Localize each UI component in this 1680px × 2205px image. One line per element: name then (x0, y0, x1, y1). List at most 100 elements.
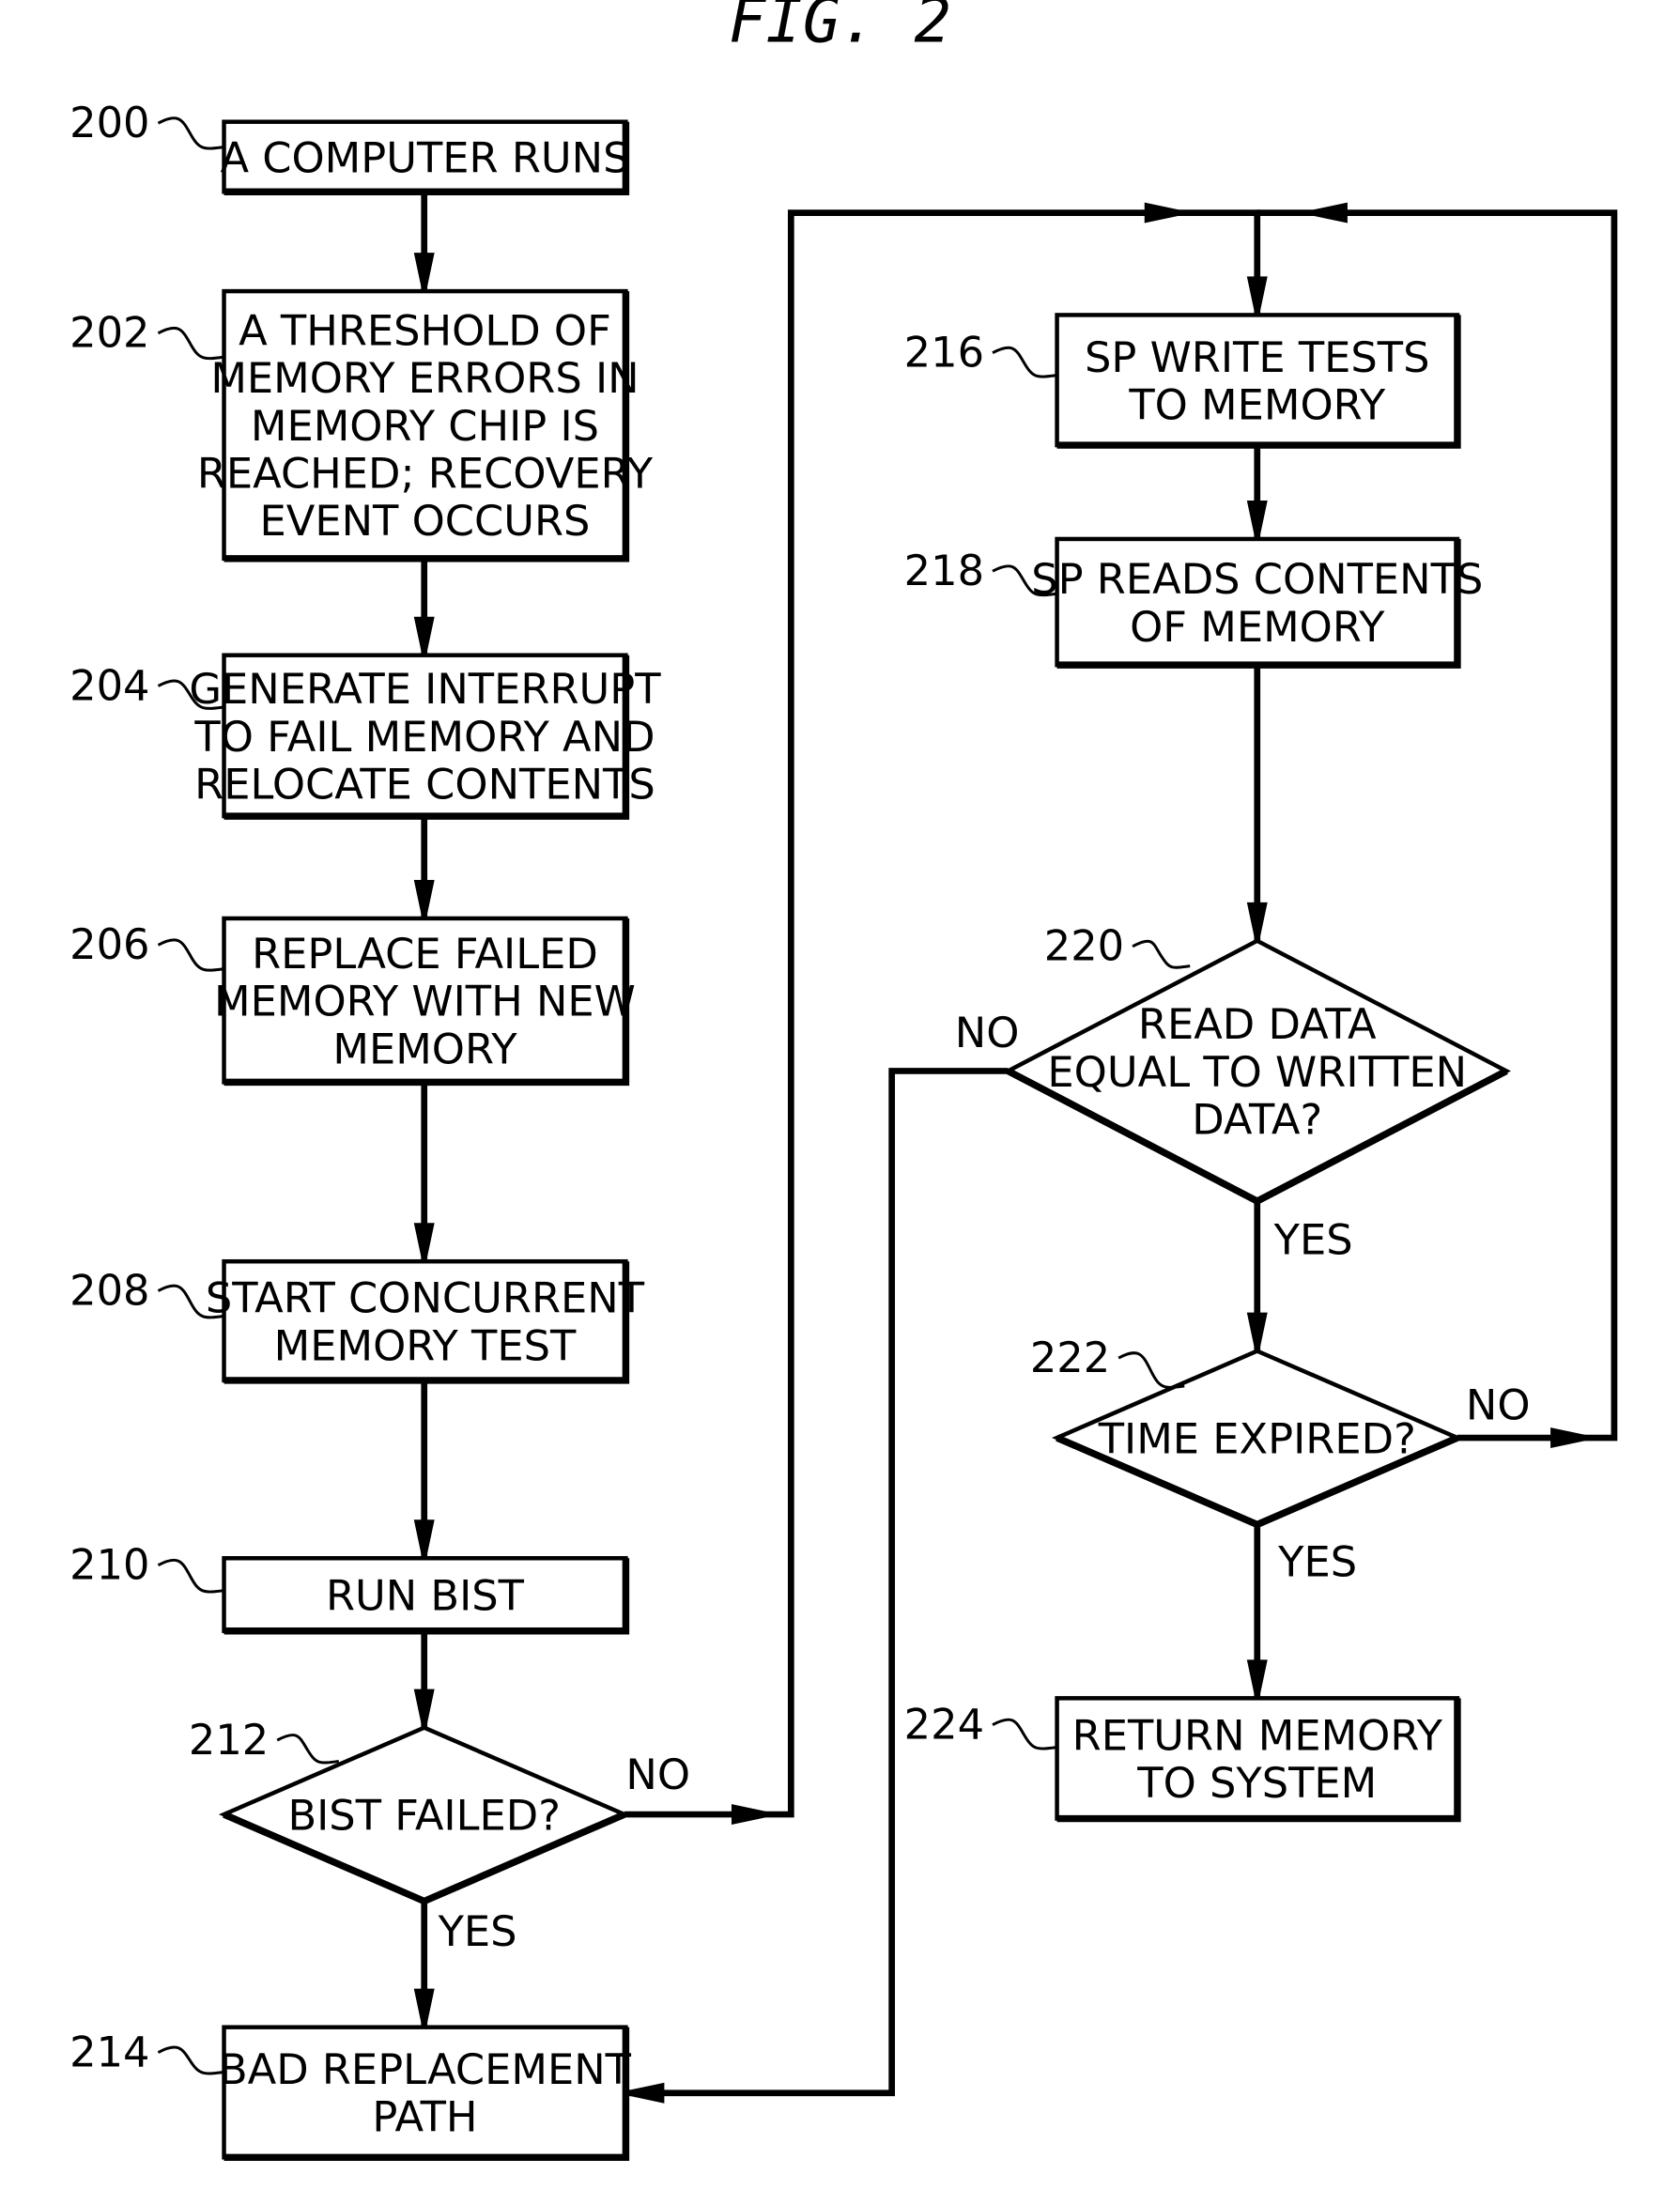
reference-numeral: 222 (1030, 1333, 1110, 1382)
edge-204-to-206 (413, 816, 435, 919)
process-node-204: GENERATE INTERRUPTTO FAIL MEMORY ANDRELO… (69, 653, 661, 820)
reference-numeral: 202 (69, 308, 149, 358)
edge-label-no: NO (625, 1750, 690, 1799)
arrowhead (413, 1519, 435, 1559)
arrowhead (1550, 1427, 1590, 1449)
arrowhead (624, 2082, 665, 2104)
decision-node-222: TIME EXPIRED? 222 (1030, 1333, 1463, 1529)
reference-numeral: 224 (904, 1700, 984, 1750)
reference-numeral: 216 (904, 328, 984, 378)
process-node-218: SP READS CONTENTSOF MEMORY 218 (904, 536, 1483, 669)
reference-numeral: 208 (69, 1265, 149, 1315)
edge-220-to-214 (624, 1068, 1009, 2104)
process-node-206: REPLACE FAILEDMEMORY WITH NEWMEMORY 206 (69, 916, 636, 1087)
reference-leader-line (157, 2045, 224, 2075)
node-text-line: MEMORY (332, 1024, 517, 1073)
node-text-line: A COMPUTER RUNS (220, 132, 629, 182)
node-text-line: TO SYSTEM (1136, 1758, 1377, 1808)
process-node-200: A COMPUTER RUNS 200 (69, 98, 629, 195)
arrowhead (413, 253, 435, 292)
node-text-line: RUN BIST (326, 1570, 525, 1620)
node-text-line: MEMORY TEST (274, 1320, 577, 1370)
edge-label-no: NO (1466, 1380, 1531, 1430)
node-text-line: REPLACE FAILED (252, 929, 598, 979)
node-text-line: SP WRITE TESTS (1085, 332, 1430, 382)
node-text-line: SP READS CONTENTS (1031, 554, 1483, 604)
node-text-line: TIME EXPIRED? (1098, 1413, 1416, 1463)
arrowhead (1246, 276, 1268, 316)
arrowhead (413, 1988, 435, 2028)
node-text-line: PATH (372, 2092, 477, 2142)
node-text-line: MEMORY WITH NEW (214, 977, 636, 1026)
reference-leader-line (992, 1718, 1057, 1750)
edge-212-to-214 (413, 1901, 435, 2028)
edge-218-to-220 (1246, 665, 1268, 942)
process-node-216: SP WRITE TESTSTO MEMORY 216 (904, 313, 1461, 449)
arrowhead (413, 1688, 435, 1729)
node-text-line: RETURN MEMORY (1072, 1710, 1443, 1760)
process-node-214: BAD REPLACEMENTPATH 214 (69, 2025, 632, 2162)
decision-node-220: READ DATAEQUAL TO WRITTENDATA? 220 (1003, 921, 1511, 1206)
arrowhead (731, 1804, 771, 1826)
node-text-line: EQUAL TO WRITTEN (1047, 1047, 1467, 1097)
node-text-line: MEMORY ERRORS IN (210, 353, 639, 403)
reference-leader-line (157, 938, 224, 972)
node-text-line: GENERATE INTERRUPT (189, 664, 661, 714)
node-text-line: REACHED; RECOVERY (197, 449, 654, 499)
node-text-line: EVENT OCCURS (260, 496, 591, 546)
process-node-210: RUN BIST 210 (69, 1540, 630, 1635)
node-text-line: BIST FAILED? (287, 1790, 561, 1840)
process-node-224: RETURN MEMORYTO SYSTEM 224 (904, 1696, 1461, 1823)
edge-206-to-208 (413, 1082, 435, 1262)
node-text-line: BAD REPLACEMENT (219, 2044, 632, 2094)
reference-leader-line (276, 1734, 339, 1765)
edge-220-to-222 (1246, 1201, 1268, 1352)
node-text-line: READ DATA (1138, 999, 1377, 1049)
edge-label-yes: YES (1277, 1537, 1357, 1587)
process-node-208: START CONCURRENTMEMORY TEST 208 (69, 1258, 645, 1384)
edge-208-to-210 (413, 1380, 435, 1559)
node-text-line: START CONCURRENT (206, 1273, 645, 1323)
edge-label-yes: YES (438, 1906, 517, 1956)
node-text-line: A THRESHOLD OF (239, 305, 611, 355)
reference-numeral: 204 (69, 660, 149, 710)
reference-numeral: 218 (904, 546, 984, 595)
reference-numeral: 206 (69, 919, 149, 969)
arrowhead (1308, 202, 1348, 224)
arrowhead (1246, 1312, 1268, 1352)
reference-leader-line (992, 346, 1057, 378)
reference-numeral: 200 (69, 98, 149, 147)
connector-line (625, 1068, 1009, 2097)
arrowhead (413, 879, 435, 919)
edge-202-to-204 (413, 558, 435, 656)
reference-leader-line (1132, 939, 1191, 969)
edge-label-no: NO (955, 1008, 1020, 1057)
reference-numeral: 220 (1044, 921, 1124, 971)
reference-numeral: 212 (189, 1715, 269, 1765)
arrowhead (1246, 1659, 1268, 1699)
arrowhead (413, 616, 435, 656)
node-text-line: DATA? (1192, 1095, 1322, 1145)
reference-leader-line (1117, 1351, 1185, 1389)
node-text-line: OF MEMORY (1130, 602, 1385, 652)
node-text-line: MEMORY CHIP IS (251, 401, 599, 451)
node-text-line: TO MEMORY (1128, 379, 1386, 429)
arrowhead (1246, 902, 1268, 942)
figure-title: FIG. 2 (729, 0, 951, 57)
arrowhead (413, 1223, 435, 1262)
edge-200-to-202 (413, 192, 435, 292)
node-text-line: TO FAIL MEMORY AND (193, 712, 655, 762)
reference-leader-line (157, 116, 224, 150)
process-node-202: A THRESHOLD OFMEMORY ERRORS INMEMORY CHI… (69, 288, 654, 563)
decision-node-212: BIST FAILED? 212 (189, 1715, 630, 1905)
edge-210-to-212 (413, 1630, 435, 1729)
edge-216-to-218 (1246, 445, 1268, 540)
edge-label-yes: YES (1273, 1215, 1353, 1265)
reference-numeral: 214 (69, 2027, 149, 2076)
reference-leader-line (157, 1558, 224, 1594)
reference-numeral: 210 (69, 1540, 149, 1590)
arrowhead (1246, 500, 1268, 540)
flowchart-diagram: FIG. 2 A COMPUTER RUNS200A THRESHOLD OFM… (69, 0, 1618, 2162)
arrowhead (1144, 202, 1184, 224)
edge-222-to-224 (1246, 1524, 1268, 1699)
